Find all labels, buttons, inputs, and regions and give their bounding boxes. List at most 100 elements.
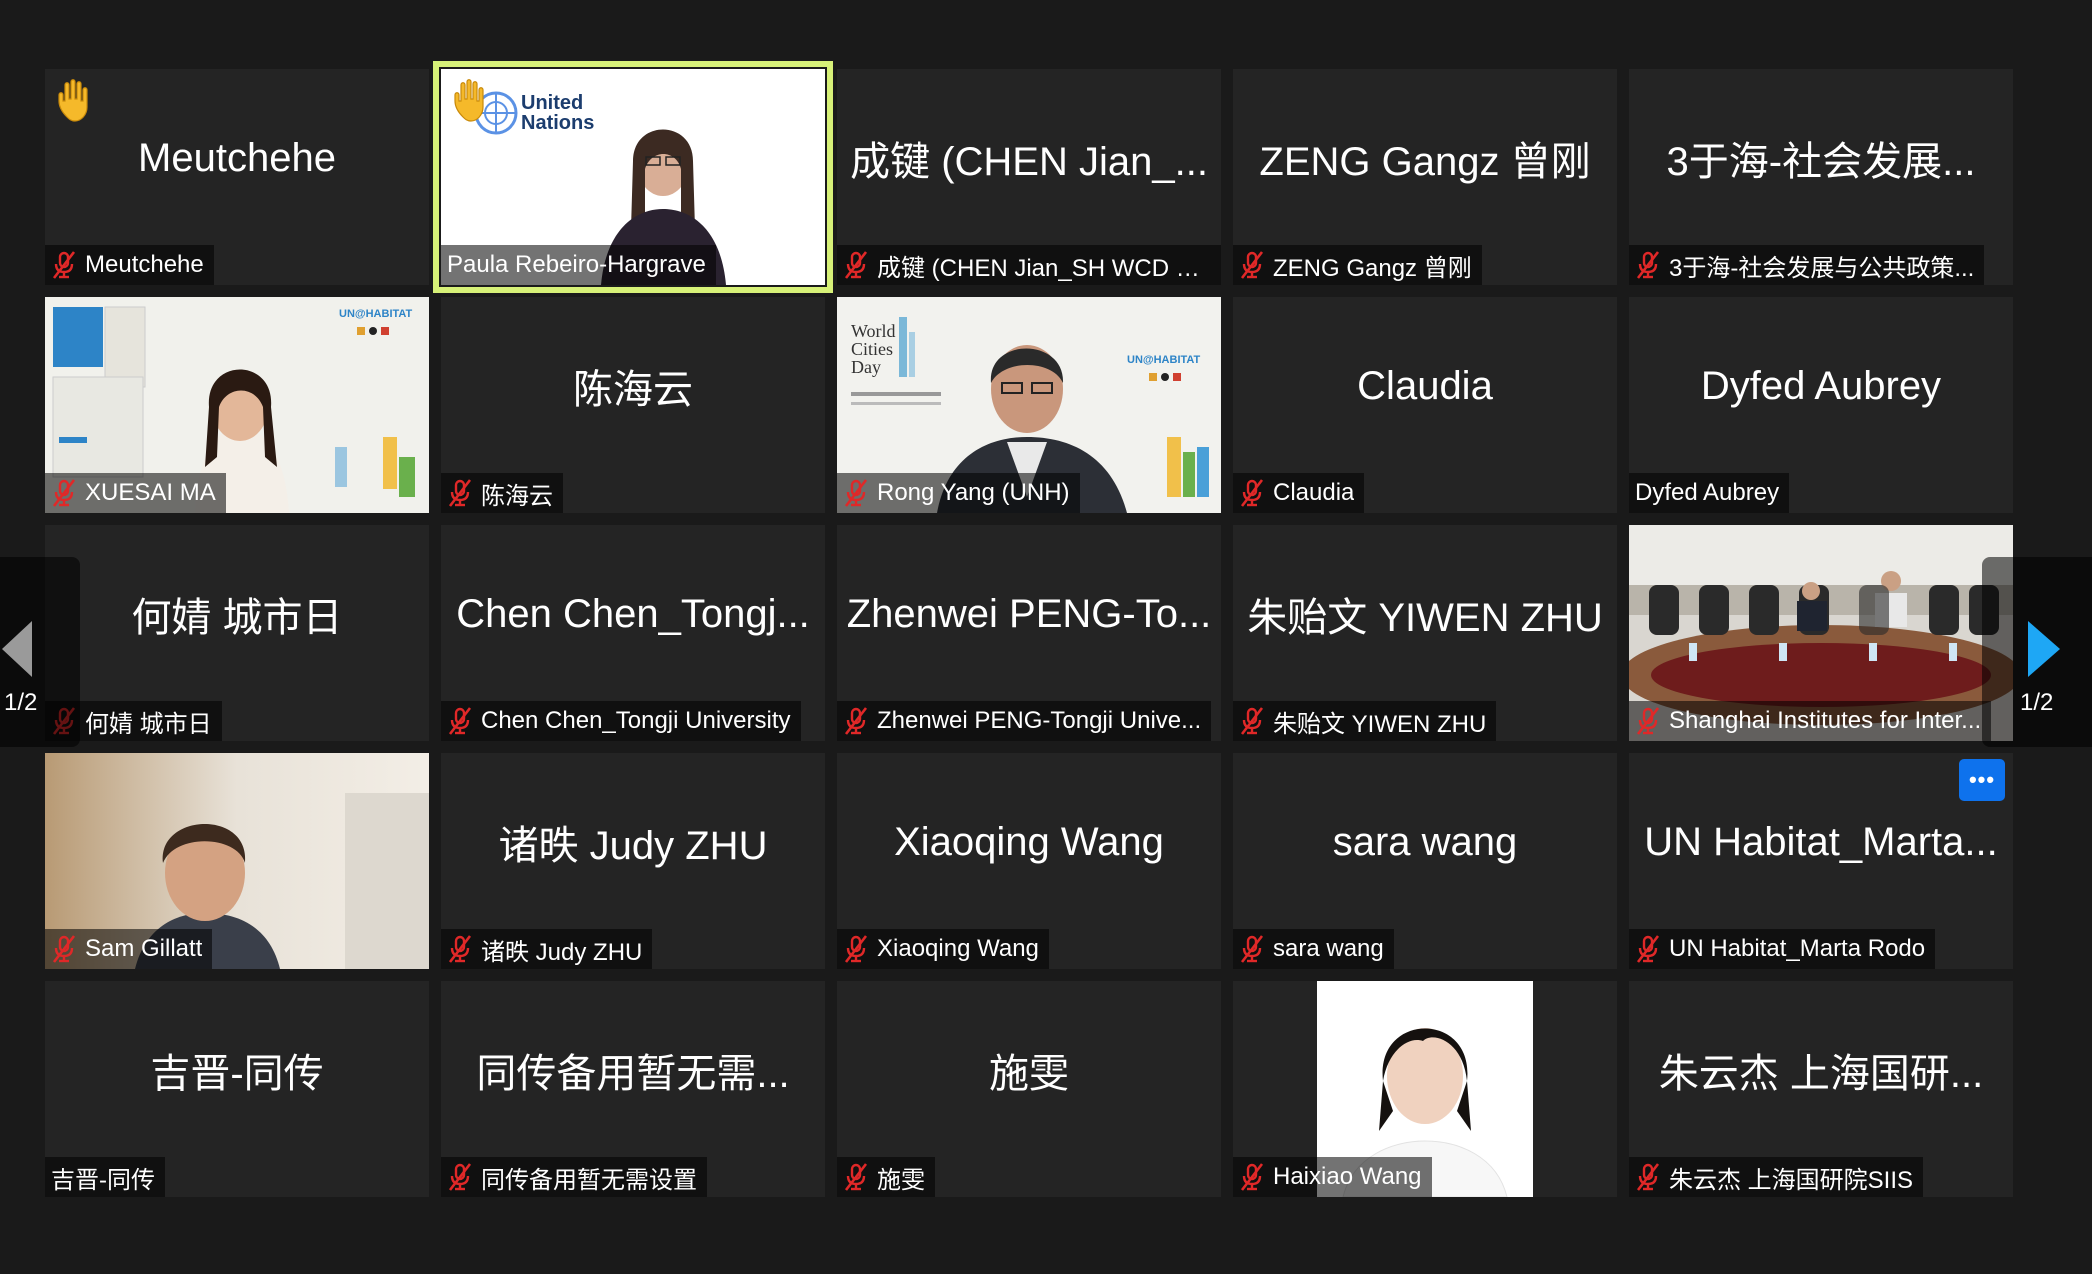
participant-name: Xiaoqing Wang bbox=[877, 935, 1039, 962]
participant-name-label: sara wang bbox=[1233, 929, 1394, 969]
participant-display-name: 同传备用暂无需... bbox=[476, 1052, 790, 1096]
participant-display-name: sara wang bbox=[1332, 819, 1518, 864]
participant-display-name: 诸昳 Judy ZHU bbox=[498, 824, 768, 868]
participant-tile[interactable]: 朱云杰 上海国研... 朱云杰 上海国研院SIIS bbox=[1629, 981, 2013, 1197]
mic-muted-icon bbox=[1636, 251, 1660, 279]
participant-name: 何婧 城市日 bbox=[85, 710, 212, 738]
participant-name-label: Haixiao Wang bbox=[1233, 1157, 1432, 1197]
participant-name: 朱贻文 YIWEN ZHU bbox=[1273, 710, 1487, 738]
participant-name: Sam Gillatt bbox=[85, 935, 203, 962]
participant-name: Claudia bbox=[1273, 479, 1355, 506]
participant-name: 同传备用暂无需设置 bbox=[481, 1166, 697, 1194]
participant-display-name: Zhenwei PENG-To... bbox=[846, 591, 1212, 636]
page-indicator-right: 1/2 bbox=[2020, 689, 2054, 716]
participant-name: 吉晋-同传 bbox=[51, 1166, 155, 1194]
participant-name: UN Habitat_Marta Rodo bbox=[1669, 935, 1926, 962]
participant-tile[interactable]: UN@HABITAT XUESAI MA bbox=[45, 297, 429, 513]
participant-tile[interactable]: 吉晋-同传 吉晋-同传 bbox=[45, 981, 429, 1197]
participant-name-label: 施雯 bbox=[837, 1157, 935, 1197]
participant-name: Paula Rebeiro-Hargrave bbox=[447, 251, 706, 278]
participant-tile[interactable]: Dyfed Aubrey Dyfed Aubrey bbox=[1629, 297, 2013, 513]
participant-display-name: Xiaoqing Wang bbox=[894, 819, 1164, 864]
mic-muted-icon bbox=[52, 479, 76, 507]
participant-tile[interactable]: Haixiao Wang bbox=[1233, 981, 1617, 1197]
participant-tile[interactable]: Shanghai Institutes for Inter... bbox=[1629, 525, 2013, 741]
mic-muted-icon bbox=[1636, 935, 1660, 963]
participant-name: Shanghai Institutes for Inter... bbox=[1669, 707, 1982, 734]
participant-name: 3于海-社会发展与公共政策... bbox=[1669, 254, 1975, 282]
participant-grid: Meutchehe Meutchehe United Nations Paula Re… bbox=[45, 61, 2015, 1197]
participant-name: Dyfed Aubrey bbox=[1635, 479, 1780, 506]
participant-tile[interactable]: 何婧 城市日 何婧 城市日 bbox=[45, 525, 429, 741]
mic-muted-icon bbox=[1240, 707, 1264, 735]
participant-name-label: ZENG Gangz 曾刚 bbox=[1233, 245, 1482, 285]
participant-tile[interactable]: World Cities Day UN@HABITAT Rong Yang (UNH) bbox=[837, 297, 1221, 513]
participant-tile[interactable]: Zhenwei PENG-To... Zhenwei PENG-Tongji Un… bbox=[837, 525, 1221, 741]
participant-tile[interactable]: Claudia Claudia bbox=[1233, 297, 1617, 513]
participant-name: Meutchehe bbox=[85, 251, 204, 278]
participant-name: XUESAI MA bbox=[85, 479, 216, 506]
mic-muted-icon bbox=[844, 707, 868, 735]
participant-tile[interactable]: United Nations Paula Rebeiro-Hargrave bbox=[433, 61, 833, 293]
participant-tile[interactable]: Xiaoqing Wang Xiaoqing Wang bbox=[837, 753, 1221, 969]
mic-muted-icon bbox=[844, 1163, 868, 1191]
participant-display-name: Chen Chen_Tongj... bbox=[456, 591, 810, 636]
svg-text:Cities: Cities bbox=[851, 339, 893, 359]
participant-display-name: 朱贻文 YIWEN ZHU bbox=[1247, 596, 1603, 640]
participant-tile[interactable]: 成键 (CHEN Jian_... 成键 (CHEN Jian_SH WCD C.… bbox=[837, 69, 1221, 285]
mic-muted-icon bbox=[448, 479, 472, 507]
mic-muted-icon bbox=[844, 479, 868, 507]
zoom-gallery-view: Meutchehe Meutchehe United Nations Paula Re… bbox=[0, 0, 2092, 1274]
raised-hand-icon bbox=[58, 79, 88, 122]
mic-muted-icon bbox=[448, 935, 472, 963]
prev-page-button[interactable]: 1/2 bbox=[0, 557, 80, 747]
participant-name: Haixiao Wang bbox=[1273, 1163, 1422, 1190]
participant-tile[interactable]: UN Habitat_Marta... ••• UN Habitat_Marta R… bbox=[1629, 753, 2013, 969]
participant-name: Zhenwei PENG-Tongji Unive... bbox=[877, 707, 1202, 734]
svg-text:Nations: Nations bbox=[521, 112, 594, 134]
participant-display-name: UN Habitat_Marta... bbox=[1644, 819, 1998, 864]
participant-tile[interactable]: ZENG Gangz 曾刚 ZENG Gangz 曾刚 bbox=[1233, 69, 1617, 285]
next-page-button[interactable]: 1/2 bbox=[1982, 557, 2092, 747]
participant-display-name: 吉晋-同传 bbox=[150, 1052, 324, 1096]
mic-muted-icon bbox=[844, 935, 868, 963]
participant-name-label: Paula Rebeiro-Hargrave bbox=[441, 245, 716, 285]
participant-tile[interactable]: Meutchehe Meutchehe bbox=[45, 69, 429, 285]
participant-name-label: 吉晋-同传 bbox=[45, 1157, 165, 1197]
participant-display-name: ZENG Gangz 曾刚 bbox=[1259, 140, 1591, 184]
participant-name: sara wang bbox=[1273, 935, 1384, 962]
participant-tile[interactable]: 同传备用暂无需... 同传备用暂无需设置 bbox=[441, 981, 825, 1197]
participant-name-label: Xiaoqing Wang bbox=[837, 929, 1049, 969]
participant-name-label: 诸昳 Judy ZHU bbox=[441, 929, 653, 969]
participant-tile[interactable]: 朱贻文 YIWEN ZHU 朱贻文 YIWEN ZHU bbox=[1233, 525, 1617, 741]
svg-text:United: United bbox=[521, 92, 583, 114]
participant-name-label: Sam Gillatt bbox=[45, 929, 213, 969]
page-indicator-left: 1/2 bbox=[4, 689, 38, 716]
mic-muted-icon bbox=[1636, 707, 1660, 735]
participant-tile[interactable]: sara wang sara wang bbox=[1233, 753, 1617, 969]
mic-muted-icon bbox=[1240, 479, 1264, 507]
participant-name: Chen Chen_Tongji University bbox=[481, 707, 791, 734]
svg-text:World: World bbox=[851, 321, 896, 341]
participant-tile[interactable]: Sam Gillatt bbox=[45, 753, 429, 969]
participant-name: 诸昳 Judy ZHU bbox=[481, 938, 643, 966]
participant-display-name: 何婧 城市日 bbox=[131, 596, 343, 640]
participant-name-label: 3于海-社会发展与公共政策... bbox=[1629, 245, 1985, 285]
participant-tile[interactable]: Chen Chen_Tongj... Chen Chen_Tongji Unive… bbox=[441, 525, 825, 741]
raised-hand-icon bbox=[454, 79, 484, 122]
participant-tile[interactable]: 3于海-社会发展... 3于海-社会发展与公共政策... bbox=[1629, 69, 2013, 285]
svg-text:UN@HABITAT: UN@HABITAT bbox=[339, 308, 413, 320]
mic-muted-icon bbox=[1636, 1163, 1660, 1191]
participant-tile[interactable]: 诸昳 Judy ZHU 诸昳 Judy ZHU bbox=[441, 753, 825, 969]
participant-tile[interactable]: 陈海云 陈海云 bbox=[441, 297, 825, 513]
more-options-button[interactable]: ••• bbox=[1959, 759, 2005, 801]
svg-text:UN@HABITAT: UN@HABITAT bbox=[1127, 354, 1201, 366]
participant-display-name: 朱云杰 上海国研... bbox=[1658, 1052, 1984, 1096]
mic-muted-icon bbox=[1240, 251, 1264, 279]
triangle-right-icon bbox=[2028, 621, 2060, 677]
participant-tile[interactable]: 施雯 施雯 bbox=[837, 981, 1221, 1197]
participant-name: 朱云杰 上海国研院SIIS bbox=[1669, 1166, 1914, 1194]
participant-display-name: 3于海-社会发展... bbox=[1666, 140, 1976, 184]
participant-name-label: 同传备用暂无需设置 bbox=[441, 1157, 707, 1197]
participant-display-name: 施雯 bbox=[989, 1052, 1069, 1096]
